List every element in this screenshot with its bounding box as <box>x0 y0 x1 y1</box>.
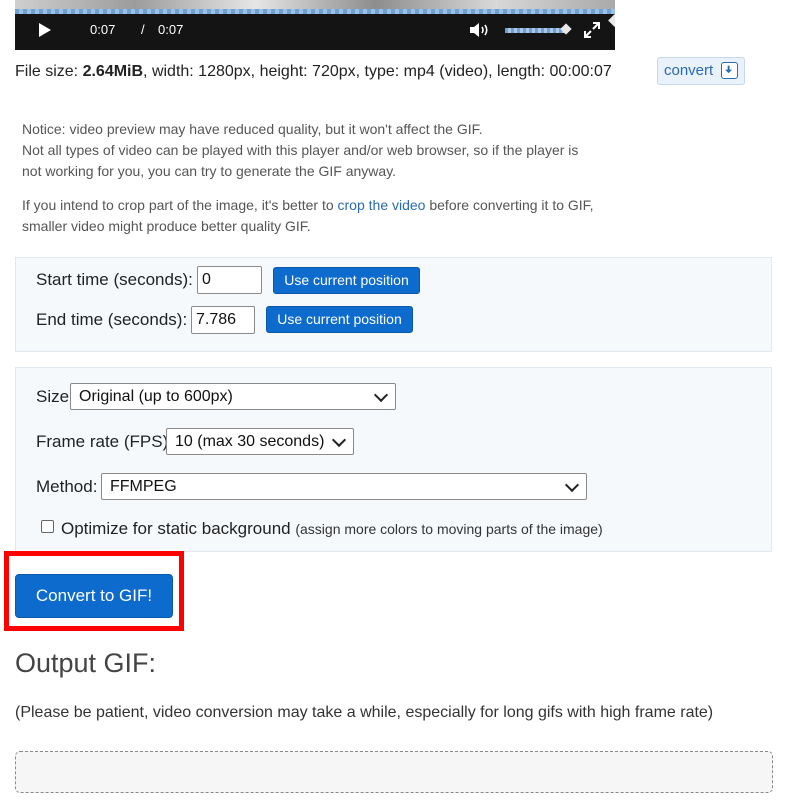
output-gif-area <box>15 751 773 793</box>
time-separator: / <box>141 22 145 37</box>
current-time: 0:07 <box>90 22 116 37</box>
method-label: Method: <box>36 477 98 496</box>
patience-note: (Please be patient, video conversion may… <box>15 704 714 721</box>
crop-notice: If you intend to crop part of the image,… <box>22 195 594 237</box>
size-select-value: Original (up to 600px) <box>79 388 233 405</box>
fullscreen-icon[interactable] <box>583 21 601 39</box>
fps-select[interactable]: 10 (max 30 seconds) <box>166 428 354 455</box>
optimize-label-text: Optimize for static background <box>61 519 291 538</box>
crop-text-line2: smaller video might produce better quali… <box>22 218 311 234</box>
start-time-label: Start time (seconds): <box>36 270 193 289</box>
fps-select-value: 10 (max 30 seconds) <box>175 433 325 450</box>
video-player[interactable]: 0:07 / 0:07 <box>15 0 615 50</box>
convert-link-label: convert <box>664 62 714 79</box>
convert-link-button[interactable]: convert <box>657 57 745 85</box>
file-info: File size: 2.64MiB, width: 1280px, heigh… <box>15 63 612 81</box>
optimize-note: (assign more colors to moving parts of t… <box>295 521 603 537</box>
video-frame-image <box>15 0 615 9</box>
end-time-label: End time (seconds): <box>36 310 188 329</box>
play-icon[interactable] <box>39 23 51 37</box>
notice-line: Not all types of video can be played wit… <box>22 142 579 158</box>
start-use-current-button[interactable]: Use current position <box>273 267 420 294</box>
method-select[interactable]: FFMPEG <box>101 473 587 500</box>
volume-slider[interactable] <box>505 28 565 33</box>
start-time-input[interactable] <box>197 266 262 294</box>
chevron-down-icon <box>564 477 580 493</box>
crop-video-link[interactable]: crop the video <box>338 197 426 213</box>
file-details: , width: 1280px, height: 720px, type: mp… <box>143 63 612 80</box>
end-use-current-button[interactable]: Use current position <box>266 306 413 333</box>
method-select-value: FFMPEG <box>110 478 177 495</box>
chevron-down-icon <box>373 387 389 403</box>
notice-line: not working for you, you can try to gene… <box>22 163 397 179</box>
fps-label: Frame rate (FPS): <box>36 432 173 451</box>
volume-icon[interactable] <box>469 22 491 38</box>
seek-knob[interactable] <box>608 14 615 27</box>
duration-time: 0:07 <box>158 22 184 37</box>
chevron-down-icon <box>331 432 347 448</box>
seek-bar[interactable] <box>15 9 615 27</box>
size-label: Size: <box>36 387 74 406</box>
crop-text: If you intend to crop part of the image,… <box>22 197 338 213</box>
notice-block: Notice: video preview may have reduced q… <box>22 119 578 182</box>
output-gif-heading: Output GIF: <box>15 648 157 678</box>
optimize-label: Optimize for static background (assign m… <box>61 519 603 539</box>
file-size-value: 2.64MiB <box>82 63 144 80</box>
size-select[interactable]: Original (up to 600px) <box>70 383 396 410</box>
end-time-input[interactable] <box>191 306 255 334</box>
crop-text: before converting it to GIF, <box>425 197 594 213</box>
file-size-prefix: File size: <box>15 63 83 80</box>
notice-line: Notice: video preview may have reduced q… <box>22 121 483 137</box>
convert-to-gif-button[interactable]: Convert to GIF! <box>15 574 173 618</box>
download-icon <box>721 62 738 79</box>
optimize-checkbox[interactable] <box>41 520 54 533</box>
